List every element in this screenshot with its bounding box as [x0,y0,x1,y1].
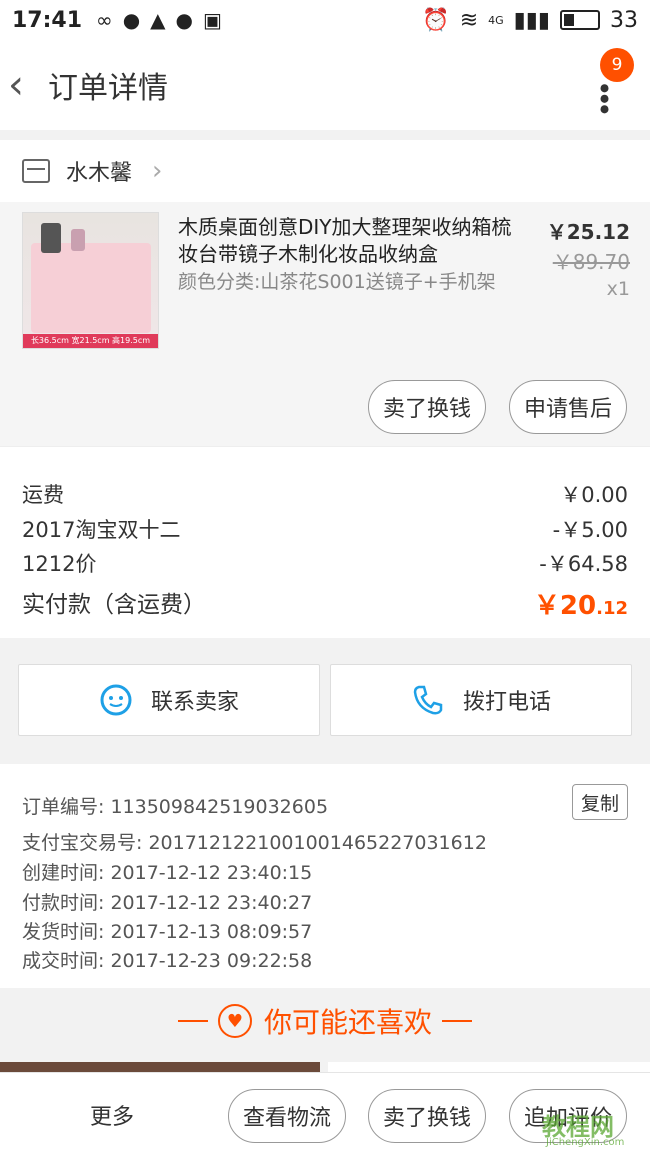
status-right: ⏰ ≋ 4G ▮▮▮ 33 [422,8,638,33]
recommend-title: 你可能还喜欢 [263,1006,432,1039]
shipped-time: 发货时间: 2017-12-13 08:09:57 [22,921,313,943]
contact-seller-label: 联系卖家 [150,690,239,715]
product-image-caption: 长36.5cm 宽21.5cm 高19.5cm [23,334,158,348]
product-card[interactable]: 长36.5cm 宽21.5cm 高19.5cm 木质桌面创意DIY加大整理架收纳… [0,202,650,446]
fee-row: 运费 ￥0.00 [22,479,628,509]
page-title: 订单详情 [48,71,168,106]
call-label: 拨打电话 [462,690,551,715]
after-sales-button[interactable]: 申请售后 [509,380,627,434]
fee-value: -￥5.00 [552,518,628,542]
image-icon: ▣ [203,8,222,32]
total-label: 实付款（含运费） [22,592,206,618]
notification-badge: 9 [600,48,634,82]
watermark-url: JiChengXin.com [546,1137,625,1148]
resell-button[interactable]: 卖了换钱 [368,380,486,434]
shop-row[interactable]: 水木馨 › [0,140,650,202]
more-button[interactable]: 更多 [90,1099,134,1131]
phone-icon [413,685,443,715]
battery-icon [560,10,600,30]
divider-right [442,1020,472,1022]
call-button[interactable]: 拨打电话 [330,664,632,736]
status-bar: 17:41 ∞ ● ▲ ● ▣ ⏰ ≋ 4G ▮▮▮ 33 [0,0,650,40]
message-icon: ● [122,8,141,32]
qq-icon: ▲ [150,8,166,32]
app-header: ‹ 订单详情 9 ••• [0,40,650,130]
logistics-button[interactable]: 查看物流 [228,1089,346,1143]
total-integer: 20 [559,591,597,621]
copy-button[interactable]: 复制 [572,784,628,820]
total-row: 实付款（含运费） ￥20.12 [22,585,628,622]
back-icon[interactable]: ‹ [8,62,44,108]
fee-summary: 运费 ￥0.00 2017淘宝双十二 -￥5.00 1212价 -￥64.58 … [0,446,650,638]
product-title: 木质桌面创意DIY加大整理架收纳箱梳妆台带镜子木制化妆品收纳盒 [178,215,512,266]
fee-value: -￥64.58 [539,552,628,576]
fee-row: 2017淘宝双十二 -￥5.00 [22,514,628,544]
watermark: 教程网 JiChengXin.com [528,1105,646,1151]
status-time: 17:41 [12,7,83,33]
chevron-right-icon: › [152,156,163,186]
signal-label: 4G [488,13,504,27]
battery-level: 33 [610,7,638,33]
fee-label: 运费 [22,483,64,507]
product-quantity: x1 [606,278,630,300]
order-info: 订单编号: 113509842519032605 复制 支付宝交易号: 2017… [0,764,650,988]
product-price: ￥25.12 [546,220,630,244]
signal-icon: ▮▮▮ [513,7,550,33]
created-time: 创建时间: 2017-12-12 23:40:15 [22,862,313,884]
order-number: 订单编号: 113509842519032605 [22,796,329,818]
total-decimal: .12 [596,598,628,619]
fee-value: ￥0.00 [560,483,628,507]
total-symbol: ￥ [533,591,560,621]
resell-bottom-button[interactable]: 卖了换钱 [368,1089,486,1143]
more-menu-icon[interactable]: ••• [587,80,620,112]
product-sku: 颜色分类:山茶花S001送镜子+手机架 [178,271,496,293]
fee-label: 2017淘宝双十二 [22,518,181,542]
shop-name: 水木馨 [66,161,133,186]
heart-icon: ♥ [217,1004,252,1038]
wifi-icon: ≋ [459,7,479,33]
completed-time: 成交时间: 2017-12-23 09:22:58 [22,950,313,972]
infinity-icon: ∞ [96,8,113,32]
product-image[interactable]: 长36.5cm 宽21.5cm 高19.5cm [22,212,159,349]
store-icon [22,159,50,183]
fee-label: 1212价 [22,552,97,576]
contact-bar: 联系卖家 拨打电话 [0,650,650,745]
chat-bubble-icon [100,684,132,716]
recommend-header: ♥ 你可能还喜欢 [0,990,650,1052]
total-amount: ￥20.12 [534,585,628,622]
product-original-price: ￥89.70 [552,250,630,274]
contact-seller-button[interactable]: 联系卖家 [18,664,320,736]
alarm-icon: ⏰ [422,7,450,33]
divider-left [177,1020,208,1022]
fee-row: 1212价 -￥64.58 [22,548,628,578]
wechat-icon: ● [175,8,193,32]
paid-time: 付款时间: 2017-12-12 23:40:27 [22,892,313,914]
alipay-number: 支付宝交易号: 2017121221001001465227031612 [22,832,487,854]
